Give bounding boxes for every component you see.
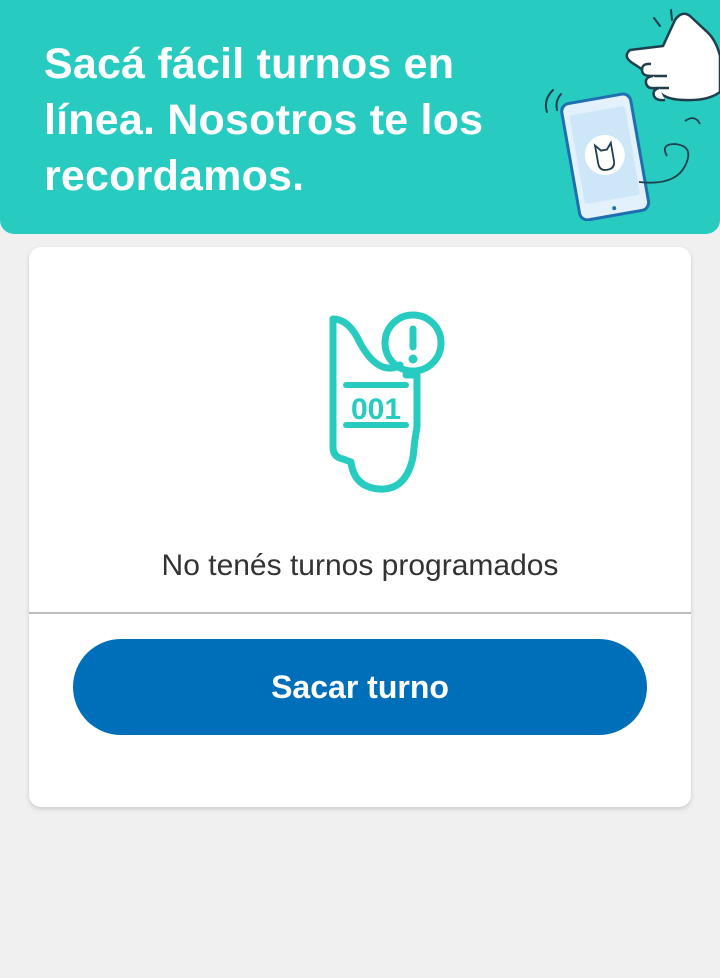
ticket-number: 001: [351, 393, 401, 426]
divider: [29, 612, 691, 614]
ticket-alert-icon: 001: [329, 311, 445, 493]
empty-state-message: No tenés turnos programados: [161, 549, 559, 582]
hand-pointing-at-phone-with-ticket-illustration: [544, 9, 720, 221]
appointments-card: 001 No tenés turnos programados Sacar tu…: [29, 247, 691, 807]
banner-title: Sacá fácil turnos en línea. Nosotros te …: [44, 40, 484, 200]
sacar-turno-button[interactable]: Sacar turno: [73, 639, 647, 735]
promo-banner: Sacá fácil turnos en línea. Nosotros te …: [0, 0, 720, 234]
